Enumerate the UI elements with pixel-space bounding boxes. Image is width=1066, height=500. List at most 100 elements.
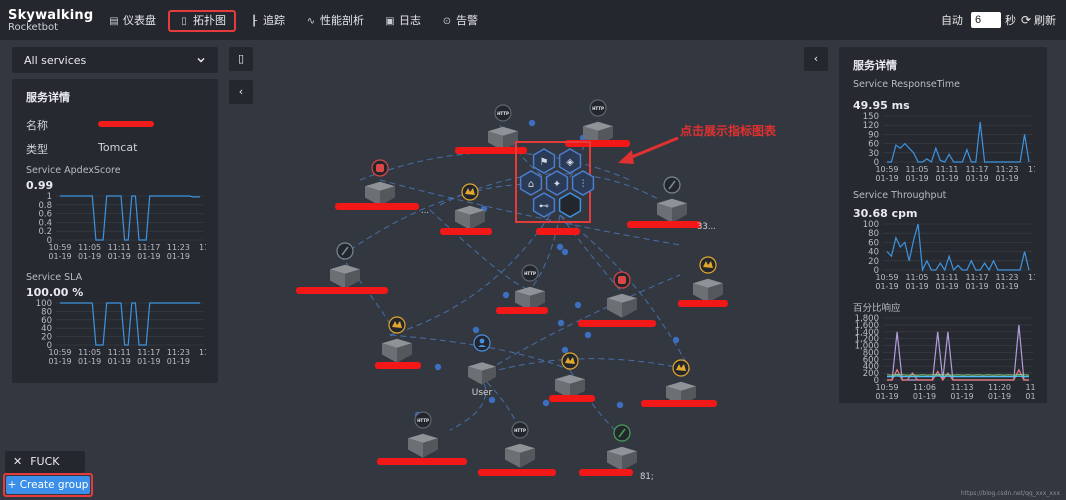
badge-shape xyxy=(479,338,485,344)
x-tick-label: 01-19 xyxy=(995,282,1018,291)
service-node xyxy=(365,181,395,206)
node-label-truncated: 33... xyxy=(697,222,716,232)
type-value: Tomcat xyxy=(98,141,138,154)
x-tick-label: 11:05 xyxy=(78,243,101,252)
topology-edge xyxy=(559,214,621,291)
service-node xyxy=(330,264,360,289)
badge-shape xyxy=(376,164,384,172)
user-node xyxy=(468,362,496,385)
edge-dot xyxy=(561,248,569,256)
chevron-down-icon xyxy=(197,57,205,63)
x-tick-label: 10:59 xyxy=(875,165,898,174)
x-tick-label: 01-19 xyxy=(875,282,898,291)
series-line xyxy=(887,375,1029,378)
user-node-label: User xyxy=(472,388,493,398)
refresh-icon[interactable]: ⟳ xyxy=(1021,13,1031,27)
sla-label: Service SLA xyxy=(26,272,83,283)
dashboard-icon: ▤ xyxy=(109,16,119,27)
refresh-button[interactable]: 刷新 xyxy=(1034,12,1056,28)
logo-subtitle: Rocketbot xyxy=(8,22,59,33)
nav-label: 拓扑图 xyxy=(193,14,226,27)
http-icon: HTTP xyxy=(414,411,432,429)
topology-graph[interactable]: HTTP HTTP HTTP HTTP HTTP User... 33... 81; ⚑ ◈ ⌂ ✦ ⫶… xyxy=(260,85,740,485)
badge-text: HTTP xyxy=(497,111,509,116)
apdex-label: Service ApdexScore xyxy=(26,165,121,176)
throughput-chart: 10080604020010:5901-1911:0501-1911:1101-… xyxy=(863,220,1035,291)
x-tick-label: 10:59 xyxy=(48,348,71,357)
dependency-icon: ⊷ xyxy=(539,201,549,212)
group-tag[interactable]: ✕ FUCK xyxy=(5,451,85,473)
feather-icon xyxy=(663,176,681,194)
service-node xyxy=(607,293,637,318)
x-tick-label: 01-19 xyxy=(913,392,936,401)
redacted-name xyxy=(98,121,154,127)
x-tick-label: 11:2 xyxy=(199,348,206,357)
percentile-chart: 1,8001,6001,4001,2001,000800600400200010… xyxy=(855,314,1035,401)
watermark: https://blog.csdn.net/qq_xxx_xxx xyxy=(960,490,1060,497)
series-line xyxy=(886,373,1030,376)
service-select[interactable]: All services xyxy=(12,47,218,73)
create-group-button[interactable]: + Create group xyxy=(3,473,93,497)
x-tick-label: 01-19 xyxy=(875,174,898,183)
endpoint-icon: ⌂ xyxy=(528,179,534,190)
refresh-interval-input[interactable] xyxy=(970,12,1001,28)
service-detail-panel-right: 服务详情 Service ResponseTime 49.95 ms 150 12… xyxy=(839,47,1047,403)
tomcat-icon xyxy=(672,359,690,377)
topology-edge xyxy=(559,214,691,371)
nav-alarm[interactable]: ⊙ 告警 xyxy=(433,10,486,32)
nav-dashboard[interactable]: ▤ 仪表盘 xyxy=(100,10,164,32)
create-group-label: + Create group xyxy=(6,476,90,494)
node-label-truncated: ... xyxy=(421,206,429,216)
x-tick-label: 11:23 xyxy=(995,273,1018,282)
topology-edge xyxy=(479,358,691,376)
x-tick-label: 11:27 xyxy=(1025,383,1035,392)
nav-trace[interactable]: ┠ 追踪 xyxy=(240,10,293,32)
topology-view-toggle-button[interactable]: ▯ xyxy=(229,47,253,71)
service-icon: ✦ xyxy=(553,179,561,190)
x-tick-label: 11:2 xyxy=(199,243,206,252)
x-tick-label: 01-19 xyxy=(108,357,131,366)
edge-dot xyxy=(561,346,569,354)
throughput-value: 30.68 cpm xyxy=(853,207,918,220)
nav-label: 追踪 xyxy=(263,14,285,27)
redacted-label xyxy=(536,228,580,235)
x-tick-label: 11:17 xyxy=(965,165,988,174)
x-tick-label: 11:2 xyxy=(1028,273,1035,282)
series-line xyxy=(886,223,1030,273)
x-tick-label: 11:17 xyxy=(965,273,988,282)
service-type-row: 类型 Tomcat xyxy=(26,141,204,157)
annotation-arrow-head xyxy=(618,150,634,164)
collapse-right-button[interactable]: ‹ xyxy=(804,47,828,71)
http-icon: HTTP xyxy=(511,421,529,439)
redacted-label xyxy=(496,307,548,314)
x-tick-label: 11:23 xyxy=(167,243,190,252)
x-tick-label: 11:23 xyxy=(167,348,190,357)
feather-icon xyxy=(336,242,354,260)
collapse-left-button[interactable]: ‹ xyxy=(229,80,253,104)
x-tick-label: 01-19 xyxy=(167,252,190,261)
nav-profile[interactable]: ∿ 性能剖析 xyxy=(297,10,372,32)
x-tick-label: 01-19 xyxy=(935,174,958,183)
redacted-label xyxy=(641,400,717,407)
x-tick-label: 11:13 xyxy=(950,383,973,392)
auto-label: 自动 xyxy=(940,14,963,27)
x-tick-label: 01-19 xyxy=(48,357,71,366)
badge-text: HTTP xyxy=(514,428,526,433)
close-icon[interactable]: ✕ xyxy=(13,455,22,468)
x-tick-label: 01-19 xyxy=(78,252,101,261)
x-tick-label: 11:11 xyxy=(108,243,131,252)
x-tick-label: 01-19 xyxy=(935,282,958,291)
nav-log[interactable]: ▣ 日志 xyxy=(376,10,429,32)
trace-icon: ┠ xyxy=(250,16,258,27)
service-node xyxy=(408,433,438,458)
nav-topology[interactable]: ▯ 拓扑图 xyxy=(168,10,236,32)
x-tick-label: 01-19 xyxy=(905,282,928,291)
edge-dot xyxy=(556,243,564,251)
logo[interactable]: Skywalking Rocketbot xyxy=(8,9,93,33)
x-tick-label: 01-19 xyxy=(137,252,160,261)
x-tick-label: 01-19 xyxy=(167,357,190,366)
edge-dot xyxy=(472,326,480,334)
response-time-chart: 150120906030010:5901-1911:0501-1911:1101… xyxy=(863,112,1035,183)
edge-dot xyxy=(542,399,550,407)
series-line xyxy=(60,302,200,346)
